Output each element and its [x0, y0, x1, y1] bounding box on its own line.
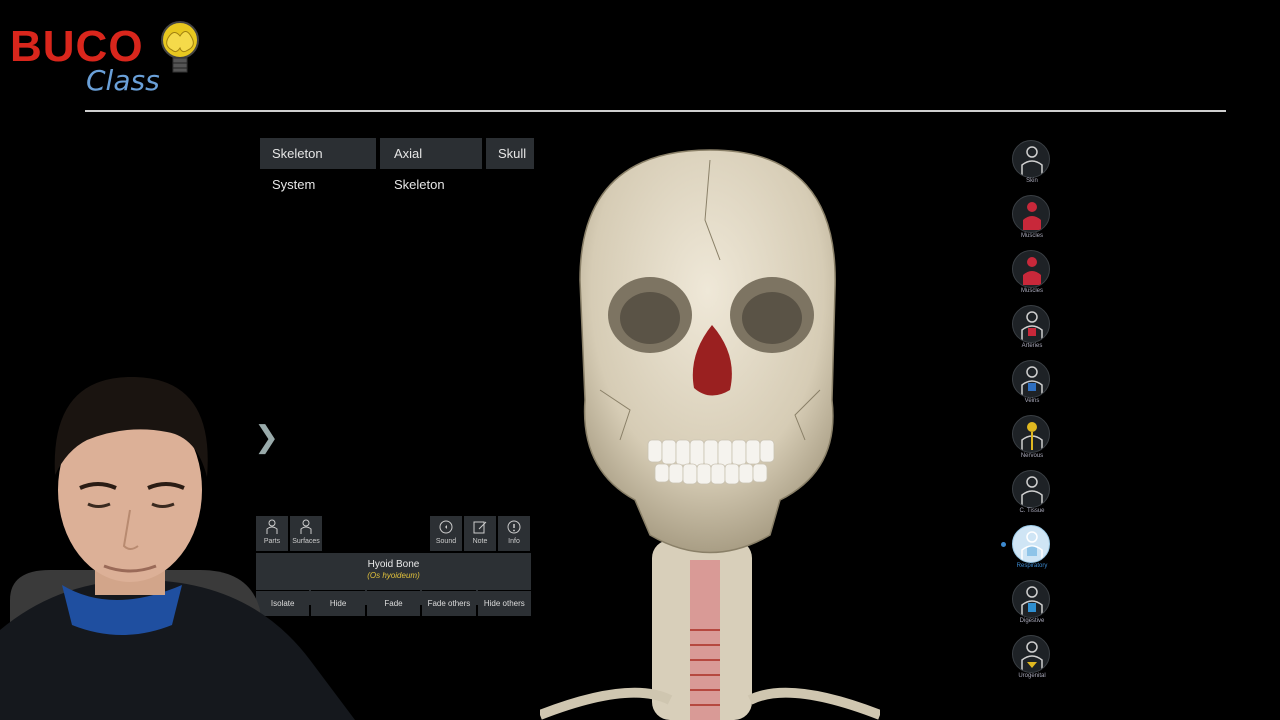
system-nervous[interactable]: Nervous	[1004, 413, 1060, 467]
veins-icon	[1012, 360, 1050, 398]
breadcrumb-skull[interactable]: Skull	[486, 138, 534, 169]
note-icon	[464, 516, 496, 538]
breadcrumb-skeleton-system[interactable]: Skeleton System	[260, 138, 376, 192]
skull-model	[538, 149, 882, 720]
presenter-image	[0, 376, 355, 720]
app-logo: BUCO Class	[10, 14, 210, 104]
fade-others-button[interactable]: Fade others	[422, 590, 476, 616]
presenter-webcam	[0, 370, 355, 720]
sound-icon	[430, 516, 462, 538]
breadcrumb-axial-skeleton[interactable]: Axial Skeleton	[380, 138, 482, 192]
skin-icon	[1012, 140, 1050, 178]
system-respiratory[interactable]: Respiratory	[1001, 523, 1060, 577]
connective-tissue-icon	[1012, 470, 1050, 508]
system-digestive[interactable]: Digestive	[1004, 578, 1060, 632]
digestive-icon	[1012, 580, 1050, 618]
selected-indicator	[1001, 542, 1006, 547]
logo-word-class: Class	[86, 64, 160, 97]
info-button[interactable]: Info	[498, 516, 530, 551]
arteries-icon	[1012, 305, 1050, 343]
system-muscles-1[interactable]: Muscles	[1004, 193, 1060, 247]
system-muscles-2[interactable]: Muscles	[1004, 248, 1060, 302]
muscles-icon	[1012, 250, 1050, 288]
3d-model-viewport[interactable]	[538, 140, 882, 720]
system-urogenital[interactable]: Urogenital	[1004, 633, 1060, 687]
sound-button[interactable]: Sound	[430, 516, 462, 551]
system-arteries[interactable]: Arteries	[1004, 303, 1060, 357]
nervous-icon	[1012, 415, 1050, 453]
respiratory-icon	[1012, 525, 1050, 563]
breadcrumb: Skeleton System Axial Skeleton Skull	[260, 138, 538, 192]
system-skin[interactable]: Skin	[1004, 138, 1060, 192]
hide-others-button[interactable]: Hide others	[477, 590, 532, 616]
brain-bulb-icon	[161, 21, 199, 73]
muscles-icon	[1012, 195, 1050, 233]
system-connective-tissue[interactable]: C. Tissue	[1004, 468, 1060, 522]
system-veins[interactable]: Veins	[1004, 358, 1060, 412]
urogenital-icon	[1012, 635, 1050, 673]
fade-button[interactable]: Fade	[366, 590, 421, 616]
note-button[interactable]: Note	[464, 516, 496, 551]
info-icon	[498, 516, 530, 538]
header-divider	[85, 110, 1226, 112]
